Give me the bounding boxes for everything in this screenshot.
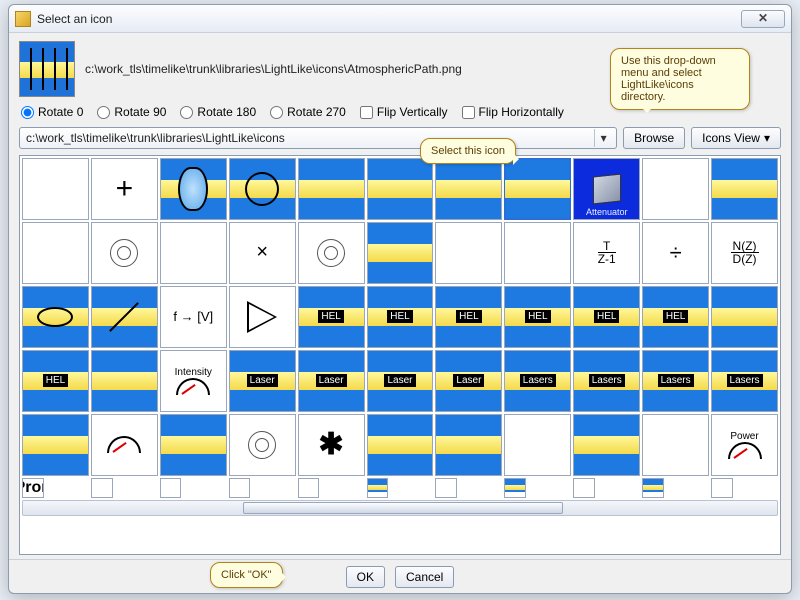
icon-cell-blank[interactable] <box>642 478 664 498</box>
icon-cell-pipe[interactable] <box>367 158 434 220</box>
chevron-down-icon[interactable]: ▾ <box>594 129 612 147</box>
icon-cell-slash[interactable] <box>91 286 158 348</box>
icon-cell-blank[interactable] <box>435 478 457 498</box>
icon-cell-hel[interactable]: HEL <box>367 286 434 348</box>
icon-cell-hel[interactable]: HEL <box>642 286 709 348</box>
callout-select-icon: Select this icon <box>420 138 516 164</box>
ok-button[interactable]: OK <box>346 566 385 588</box>
icon-cell-laser[interactable]: Lasers <box>711 350 778 412</box>
scrollbar-thumb[interactable] <box>243 502 563 514</box>
flip-horizontal-check[interactable]: Flip Horizontally <box>462 105 564 119</box>
icon-cell-blank[interactable] <box>573 478 595 498</box>
icon-cell-pipe[interactable] <box>367 222 434 284</box>
icon-cell-check[interactable] <box>435 414 502 476</box>
callout-click-ok: Click "OK" <box>210 562 283 588</box>
app-icon <box>15 11 31 27</box>
icon-cell-laser[interactable]: Lasers <box>504 350 571 412</box>
icon-cell-laser[interactable]: Laser <box>367 350 434 412</box>
icon-cell-pipe[interactable] <box>711 286 778 348</box>
icon-cell-circle[interactable] <box>229 158 296 220</box>
icon-cell-blank[interactable] <box>229 478 251 498</box>
icon-cell-axes[interactable] <box>160 222 227 284</box>
browse-button[interactable]: Browse <box>623 127 685 149</box>
callout-dropdown: Use this drop-down menu and select Light… <box>610 48 750 110</box>
icon-cell-hel[interactable]: HEL <box>504 286 571 348</box>
icon-cell-wheels[interactable] <box>160 478 182 498</box>
icon-cell-blank[interactable] <box>504 478 526 498</box>
icon-cell-target[interactable] <box>91 222 158 284</box>
icon-cell-grid2[interactable] <box>22 414 89 476</box>
dialog-footer: OK Cancel <box>9 559 791 593</box>
icon-cell-hel[interactable]: HEL <box>298 286 365 348</box>
cancel-button[interactable]: Cancel <box>395 566 454 588</box>
content-area: c:\work_tls\timelike\trunk\libraries\Lig… <box>9 33 791 559</box>
icon-cell-tri[interactable] <box>229 286 296 348</box>
flip-vertical-check[interactable]: Flip Vertically <box>360 105 448 119</box>
icon-cell-hel[interactable]: HEL <box>435 286 502 348</box>
directory-row: c:\work_tls\timelike\trunk\libraries\Lig… <box>19 127 781 149</box>
selected-icon-preview <box>19 41 75 97</box>
icon-cell-gauge[interactable]: Intensity <box>160 350 227 412</box>
icon-cell-bend[interactable] <box>435 222 502 284</box>
icon-cell-rocket[interactable] <box>160 414 227 476</box>
icon-cell-plot[interactable] <box>22 158 89 220</box>
icon-cell-times[interactable]: × <box>229 222 296 284</box>
rotate-180-radio[interactable]: Rotate 180 <box>180 105 256 119</box>
icon-cell-ring[interactable] <box>642 158 709 220</box>
icon-cell-gauge[interactable] <box>91 414 158 476</box>
icon-grid: +Attenuator×TZ-1÷N(Z)D(Z)f → [V]HELHELHE… <box>22 158 778 498</box>
icon-cell-frac[interactable]: N(Z)D(Z) <box>711 222 778 284</box>
icon-cell-atm[interactable] <box>504 158 571 220</box>
icon-cell-att[interactable]: Attenuator <box>573 158 640 220</box>
rotate-270-radio[interactable]: Rotate 270 <box>270 105 346 119</box>
icons-view-button[interactable]: Icons View▾ <box>691 127 781 149</box>
icon-cell-ellipse[interactable] <box>22 286 89 348</box>
icon-cell-divide[interactable]: ÷ <box>642 222 709 284</box>
icon-cell-lens[interactable] <box>160 158 227 220</box>
icon-cell-hel[interactable]: HEL <box>573 286 640 348</box>
close-button[interactable]: ✕ <box>741 10 785 28</box>
rotate-90-radio[interactable]: Rotate 90 <box>97 105 166 119</box>
chevron-down-icon: ▾ <box>764 131 770 145</box>
selected-icon-path: c:\work_tls\timelike\trunk\libraries\Lig… <box>85 62 462 76</box>
icon-cell-arrow[interactable] <box>298 478 320 498</box>
icon-cell-laser[interactable]: Laser <box>298 350 365 412</box>
icon-cell-prop[interactable]: Prop <box>22 478 44 498</box>
icon-cell-laser[interactable]: Laser <box>435 350 502 412</box>
horizontal-scrollbar[interactable] <box>22 500 778 516</box>
icon-cell-pipe[interactable] <box>91 350 158 412</box>
icon-cell-blank[interactable] <box>91 478 113 498</box>
icon-cell-blank[interactable] <box>367 478 389 498</box>
rotate-0-radio[interactable]: Rotate 0 <box>21 105 83 119</box>
icon-grid-container: +Attenuator×TZ-1÷N(Z)D(Z)f → [V]HELHELHE… <box>19 155 781 555</box>
window-title: Select an icon <box>37 12 741 26</box>
icon-cell-curve[interactable] <box>504 222 571 284</box>
icon-cell-plus[interactable]: + <box>91 158 158 220</box>
icon-cell-gauge[interactable]: Power <box>711 414 778 476</box>
icon-cell-asterisk[interactable]: ✱ <box>298 414 365 476</box>
icon-cell-laser[interactable]: Laser <box>229 350 296 412</box>
icon-cell-target[interactable] <box>229 414 296 476</box>
icon-cell-grid[interactable] <box>22 222 89 284</box>
titlebar: Select an icon ✕ <box>9 5 791 33</box>
icon-cell-blank[interactable] <box>711 478 733 498</box>
icon-cell-sq[interactable] <box>504 414 571 476</box>
icon-cell-fv[interactable]: f → [V] <box>160 286 227 348</box>
icon-cell-laser[interactable]: Lasers <box>642 350 709 412</box>
icon-cell-pipe[interactable] <box>711 158 778 220</box>
icon-cell-pipe[interactable] <box>435 158 502 220</box>
icon-cell-hel[interactable]: HEL <box>22 350 89 412</box>
icon-cell-frac[interactable]: TZ-1 <box>573 222 640 284</box>
icon-cell-pipe[interactable] <box>298 158 365 220</box>
icon-cell-vee[interactable] <box>367 414 434 476</box>
icon-cell-laser[interactable]: Lasers <box>573 350 640 412</box>
icon-cell-target[interactable] <box>298 222 365 284</box>
directory-combo[interactable]: c:\work_tls\timelike\trunk\libraries\Lig… <box>19 127 617 149</box>
icon-cell-pipe[interactable] <box>573 414 640 476</box>
icon-cell-plane[interactable] <box>642 414 709 476</box>
